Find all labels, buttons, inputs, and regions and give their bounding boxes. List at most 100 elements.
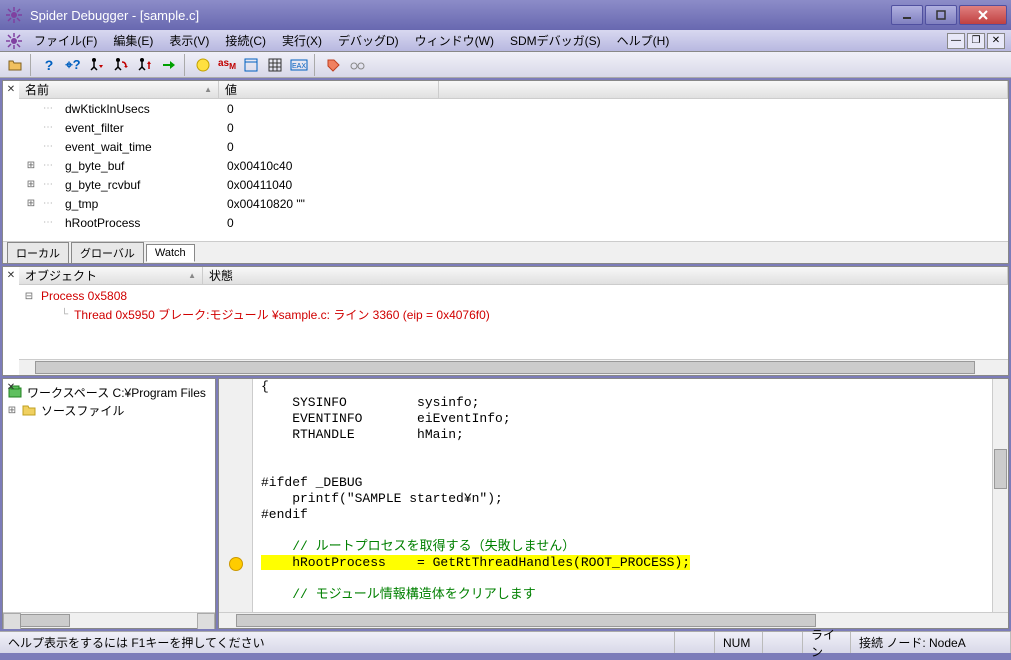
menu-connect[interactable]: 接続(C)	[217, 30, 274, 51]
expand-icon[interactable]: ⊞	[7, 405, 17, 416]
code-line	[253, 523, 992, 539]
glasses-icon[interactable]	[346, 54, 368, 76]
code-line: RTHANDLE hMain;	[253, 427, 992, 443]
panel-close-icon[interactable]: ✕	[5, 269, 17, 281]
open-icon[interactable]	[4, 54, 26, 76]
help-cursor-icon[interactable]: ⌖?	[62, 54, 84, 76]
threads-panel: ✕ オブジェクト▲ 状態 ⊟ Process 0x5808 └ Thread 0…	[2, 266, 1009, 376]
variable-row[interactable]: ⋯event_filter0	[19, 118, 1008, 137]
mdi-restore-button[interactable]: ❐	[967, 33, 985, 49]
window-title: Spider Debugger - [sample.c]	[30, 8, 891, 23]
menu-view[interactable]: 表示(V)	[161, 30, 217, 51]
process-row[interactable]: ⊟ Process 0x5808	[21, 287, 1006, 305]
tab-global[interactable]: グローバル	[71, 242, 144, 264]
tree-connector-icon: ⋯	[43, 198, 63, 209]
tree-connector-icon: ⋯	[43, 103, 63, 114]
mdi-minimize-button[interactable]: —	[947, 33, 965, 49]
workspace-root[interactable]: ワークスペース C:¥Program Files	[7, 383, 211, 401]
variable-row[interactable]: ⊞⋯g_byte_rcvbuf0x00411040	[19, 175, 1008, 194]
code-panel: { SYSINFO sysinfo; EVENTINFO eiEventInfo…	[218, 378, 1009, 629]
step-over-icon[interactable]	[110, 54, 132, 76]
menu-help[interactable]: ヘルプ(H)	[609, 30, 678, 51]
variable-name: hRootProcess	[63, 216, 219, 230]
column-name-header[interactable]: 名前▲	[19, 81, 219, 98]
variable-name: event_filter	[63, 121, 219, 135]
menu-run[interactable]: 実行(X)	[274, 30, 330, 51]
collapse-icon[interactable]: ⊟	[21, 291, 37, 302]
menu-edit[interactable]: 編集(E)	[105, 30, 161, 51]
variable-name: g_byte_buf	[63, 159, 219, 173]
variable-row[interactable]: ⋯event_wait_time0	[19, 137, 1008, 156]
variable-row[interactable]: ⊞⋯g_tmp0x00410820 ""	[19, 194, 1008, 213]
code-line: // ルートプロセスを取得する（失敗しません）	[253, 539, 992, 555]
tree-connector-icon: ⋯	[43, 217, 63, 228]
tag-icon[interactable]	[322, 54, 344, 76]
column-object-header[interactable]: オブジェクト▲	[19, 267, 203, 284]
app-icon	[4, 5, 24, 25]
tab-watch[interactable]: Watch	[146, 244, 195, 262]
variable-value: 0	[219, 140, 1008, 154]
thread-row[interactable]: └ Thread 0x5950 ブレーク:モジュール ¥sample.c: ライ…	[21, 305, 1006, 323]
variable-row[interactable]: ⋯hRootProcess0	[19, 213, 1008, 232]
variable-name: g_tmp	[63, 197, 219, 211]
menubar: ファイル(F) 編集(E) 表示(V) 接続(C) 実行(X) デバッグD) ウ…	[0, 30, 1011, 52]
tree-connector-icon: ⋯	[43, 122, 63, 133]
panel-close-icon[interactable]: ✕	[5, 381, 17, 393]
menu-window[interactable]: ウィンドウ(W)	[407, 30, 502, 51]
vertical-scrollbar[interactable]	[992, 379, 1008, 612]
tree-connector-icon: ⋯	[43, 141, 63, 152]
column-state-header[interactable]: 状態	[203, 267, 1008, 284]
help-icon[interactable]: ?	[38, 54, 60, 76]
maximize-button[interactable]	[925, 5, 957, 25]
expand-icon[interactable]: ⊞	[19, 179, 43, 190]
workspace-folder-label: ソースファイル	[41, 402, 124, 419]
step-into-icon[interactable]	[86, 54, 108, 76]
menu-file[interactable]: ファイル(F)	[26, 30, 105, 51]
workspace-folder[interactable]: ⊞ ソースファイル	[7, 401, 211, 419]
status-hint: ヘルプ表示をするには F1キーを押してください	[0, 632, 675, 653]
code-line: #ifdef _DEBUG	[253, 475, 992, 491]
horizontal-scrollbar[interactable]	[3, 612, 215, 628]
expand-icon[interactable]: ⊞	[19, 198, 43, 209]
minimize-button[interactable]	[891, 5, 923, 25]
close-button[interactable]	[959, 5, 1007, 25]
code-line: printf("SAMPLE started¥n");	[253, 491, 992, 507]
horizontal-scrollbar[interactable]	[219, 612, 1008, 628]
window-icon[interactable]	[240, 54, 262, 76]
code-gutter[interactable]	[219, 379, 253, 612]
variable-row[interactable]: ⋯dwKtickInUsecs0	[19, 99, 1008, 118]
tab-local[interactable]: ローカル	[7, 242, 69, 264]
folder-icon	[21, 402, 37, 418]
variable-name: dwKtickInUsecs	[63, 102, 219, 116]
variable-value: 0	[219, 102, 1008, 116]
tree-connector-icon: ⋯	[43, 160, 63, 171]
column-blank-header	[439, 81, 1008, 98]
eax-icon[interactable]: EAX	[288, 54, 310, 76]
run-icon[interactable]	[158, 54, 180, 76]
asm-icon[interactable]: asM	[216, 54, 238, 76]
horizontal-scrollbar[interactable]	[19, 359, 1008, 375]
code-editor[interactable]: { SYSINFO sysinfo; EVENTINFO eiEventInfo…	[253, 379, 992, 612]
code-line: EVENTINFO eiEventInfo;	[253, 411, 992, 427]
code-line: #endif	[253, 507, 992, 523]
spider-icon	[2, 31, 26, 51]
workspace-root-label: ワークスペース C:¥Program Files	[27, 384, 206, 401]
expand-icon[interactable]: ⊞	[19, 160, 43, 171]
breakpoint-icon[interactable]	[192, 54, 214, 76]
variable-row[interactable]: ⊞⋯g_byte_buf0x00410c40	[19, 156, 1008, 175]
variable-value: 0	[219, 121, 1008, 135]
svg-text:EAX: EAX	[292, 63, 306, 70]
code-line	[253, 443, 992, 459]
step-out-icon[interactable]	[134, 54, 156, 76]
grid-icon[interactable]	[264, 54, 286, 76]
variable-value: 0x00410820 ""	[219, 197, 1008, 211]
menu-sdm[interactable]: SDMデバッガ(S)	[502, 30, 609, 51]
code-line: {	[253, 379, 992, 395]
panel-close-icon[interactable]: ✕	[5, 83, 17, 95]
column-value-header[interactable]: 値	[219, 81, 439, 98]
menu-debug[interactable]: デバッグD)	[330, 30, 407, 51]
workspace-panel: ✕ ワークスペース C:¥Program Files ⊞ ソースファイル	[2, 378, 216, 629]
process-label: Process 0x5808	[37, 289, 127, 303]
breakpoint-marker-icon[interactable]	[229, 557, 243, 571]
mdi-close-button[interactable]: ✕	[987, 33, 1005, 49]
